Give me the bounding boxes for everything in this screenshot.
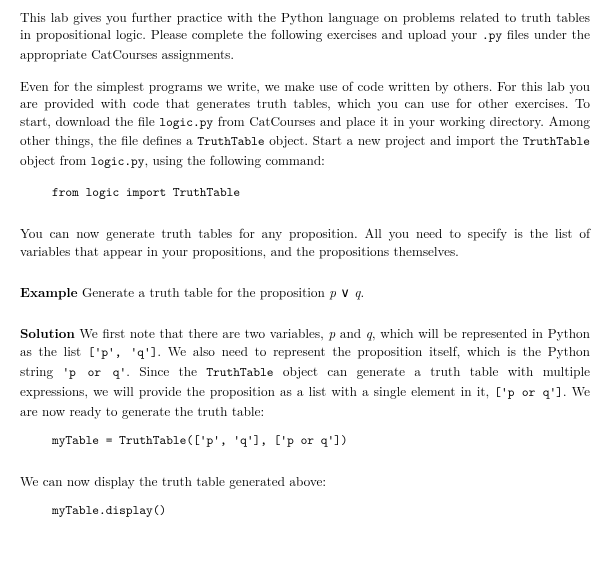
solution-label: Solution [20, 323, 75, 342]
text: . [360, 282, 364, 301]
inline-code: .py [482, 27, 502, 44]
inline-code: logic.py [91, 153, 145, 170]
inline-code: TruthTable [197, 133, 264, 150]
example-block: Example Generate a truth table for the p… [20, 283, 590, 300]
example-label: Example [20, 282, 78, 301]
intro-paragraph-2: Even for the simplest programs we write,… [20, 77, 590, 172]
math-var-p: p [329, 282, 336, 301]
inline-code: logic.py [159, 114, 213, 131]
text: Generate a truth table for the propositi… [78, 282, 330, 301]
text: , using the following command: [145, 150, 325, 169]
code-display: myTable.display() [52, 503, 590, 520]
usage-paragraph: You can now generate truth tables for an… [20, 224, 590, 259]
code-create-table: myTable = TruthTable(['p', 'q'], ['p or … [52, 433, 590, 450]
text: and [335, 323, 366, 342]
code-import: from logic import TruthTable [52, 185, 590, 202]
math-or: ∨ [336, 282, 354, 301]
intro-paragraph-1: This lab gives you further practice with… [20, 8, 590, 63]
text: . Since the [126, 361, 206, 380]
inline-code: ['p or q'] [494, 384, 563, 401]
inline-code: 'p or q' [62, 364, 126, 381]
solution-block: Solution We first note that there are tw… [20, 324, 590, 419]
text: object from [20, 150, 91, 169]
text: We first note that there are two variabl… [75, 323, 329, 342]
inline-code: TruthTable [206, 364, 273, 381]
inline-code: ['p', 'q'] [88, 344, 158, 361]
inline-code: TruthTable [523, 133, 590, 150]
text: object. Start a new project and import t… [265, 130, 523, 149]
document-page: This lab gives you further practice with… [0, 0, 610, 562]
display-paragraph: We can now display the truth table gener… [20, 472, 590, 489]
